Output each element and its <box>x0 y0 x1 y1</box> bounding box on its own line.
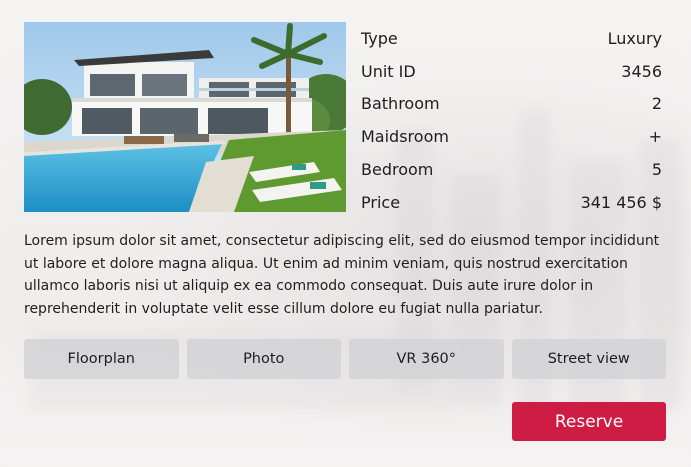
tab-vr-360[interactable]: VR 360° <box>349 339 504 379</box>
spec-value: 5 <box>651 160 662 180</box>
spec-row-type: Type Luxury <box>361 22 662 55</box>
property-photo <box>24 22 346 212</box>
tab-street-view[interactable]: Street view <box>511 339 666 379</box>
spec-value: 3456 <box>621 61 662 81</box>
tab-floorplan[interactable]: Floorplan <box>24 339 179 379</box>
media-tabs: Floorplan Photo VR 360° Street view <box>24 339 666 379</box>
spec-row-bathroom: Bathroom 2 <box>361 88 662 121</box>
spec-value: 341 456 $ <box>580 192 662 212</box>
spec-label: Type <box>361 28 398 48</box>
spec-row-unit-id: Unit ID 3456 <box>361 55 662 88</box>
tab-photo[interactable]: Photo <box>186 339 341 379</box>
spec-list: Type Luxury Unit ID 3456 Bathroom 2 Maid… <box>361 22 662 219</box>
reserve-button[interactable]: Reserve <box>512 402 666 441</box>
spec-value: + <box>648 127 662 147</box>
spec-label: Bedroom <box>361 160 434 180</box>
spec-row-bedroom: Bedroom 5 <box>361 153 662 186</box>
spec-label: Unit ID <box>361 61 416 81</box>
spec-value: Luxury <box>607 28 662 48</box>
spec-label: Price <box>361 192 401 212</box>
property-description: Lorem ipsum dolor sit amet, consectetur … <box>24 233 660 317</box>
spec-row-price: Price 341 456 $ <box>361 186 662 219</box>
spec-label: Bathroom <box>361 94 440 114</box>
spec-label: Maidsroom <box>361 127 449 147</box>
spec-value: 2 <box>651 94 662 114</box>
spec-row-maidsroom: Maidsroom + <box>361 120 662 153</box>
